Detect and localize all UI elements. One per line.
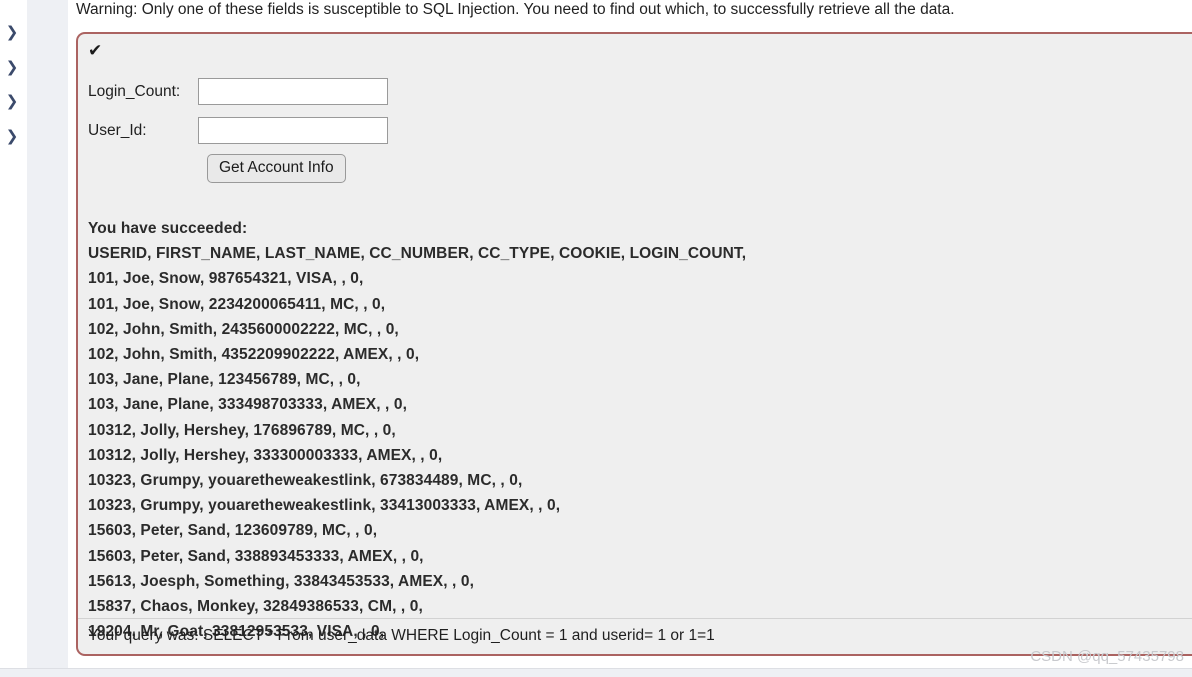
sql-injection-warning-text: Warning: Only one of these fields is sus… bbox=[76, 1, 955, 18]
bottom-strip bbox=[0, 668, 1192, 677]
table-row: 15603, Peter, Sand, 338893453333, AMEX, … bbox=[88, 547, 424, 565]
sidebar-expand-toggle-3[interactable]: ❯ bbox=[3, 92, 21, 110]
sidebar-rail bbox=[27, 0, 68, 668]
results-column-header: USERID, FIRST_NAME, LAST_NAME, CC_NUMBER… bbox=[88, 245, 747, 263]
table-row: 10312, Jolly, Hershey, 333300003333, AME… bbox=[88, 446, 443, 464]
table-row: 101, Joe, Snow, 987654321, VISA, , 0, bbox=[88, 270, 364, 288]
query-results-block: You have succeeded: USERID, FIRST_NAME, … bbox=[88, 216, 1192, 644]
table-row: 10323, Grumpy, youaretheweakestlink, 334… bbox=[88, 497, 561, 515]
account-lookup-form: Login_Count: User_Id: Get Account Info bbox=[78, 72, 1192, 186]
sidebar-toggle-column: ❯ ❯ ❯ ❯ bbox=[0, 0, 27, 677]
sidebar-expand-toggle-4[interactable]: ❯ bbox=[3, 127, 21, 145]
success-message: You have succeeded: bbox=[88, 220, 248, 237]
user-id-input[interactable] bbox=[198, 117, 388, 144]
login-count-row: Login_Count: bbox=[78, 72, 1192, 111]
table-row: 15613, Joesph, Something, 33843453533, A… bbox=[88, 572, 474, 590]
table-row: 10312, Jolly, Hershey, 176896789, MC, , … bbox=[88, 421, 396, 439]
check-mark-icon: ✔ bbox=[88, 41, 103, 61]
bottom-strip-divider bbox=[0, 668, 1192, 669]
table-row: 103, Jane, Plane, 123456789, MC, , 0, bbox=[88, 371, 361, 389]
get-account-info-button[interactable]: Get Account Info bbox=[207, 153, 346, 183]
table-row: 10323, Grumpy, youaretheweakestlink, 673… bbox=[88, 472, 523, 490]
login-count-input[interactable] bbox=[198, 78, 388, 105]
table-row: 101, Joe, Snow, 2234200065411, MC, , 0, bbox=[88, 295, 386, 313]
user-id-label: User_Id: bbox=[88, 121, 147, 139]
watermark-label: CSDN @qq_57435798 bbox=[1030, 648, 1184, 665]
table-row: 15837, Chaos, Monkey, 32849386533, CM, ,… bbox=[88, 598, 423, 616]
table-row: 102, John, Smith, 2435600002222, MC, , 0… bbox=[88, 320, 399, 338]
query-divider bbox=[78, 618, 1192, 619]
submit-row: Get Account Info bbox=[78, 150, 1192, 186]
executed-query-text: Your query was: SELECT * From user_data … bbox=[88, 627, 715, 644]
login-count-label: Login_Count: bbox=[88, 82, 181, 100]
lesson-attack-panel: ✔ Login_Count: User_Id: Get Account Info… bbox=[76, 32, 1192, 656]
table-row: 103, Jane, Plane, 333498703333, AMEX, , … bbox=[88, 396, 407, 414]
sidebar-expand-toggle-1[interactable]: ❯ bbox=[3, 23, 21, 41]
table-row: 102, John, Smith, 4352209902222, AMEX, ,… bbox=[88, 346, 420, 364]
lesson-content-area: Warning: Only one of these fields is sus… bbox=[68, 0, 1192, 668]
user-id-row: User_Id: bbox=[78, 111, 1192, 150]
table-row: 15603, Peter, Sand, 123609789, MC, , 0, bbox=[88, 522, 378, 540]
sidebar-expand-toggle-2[interactable]: ❯ bbox=[3, 58, 21, 76]
